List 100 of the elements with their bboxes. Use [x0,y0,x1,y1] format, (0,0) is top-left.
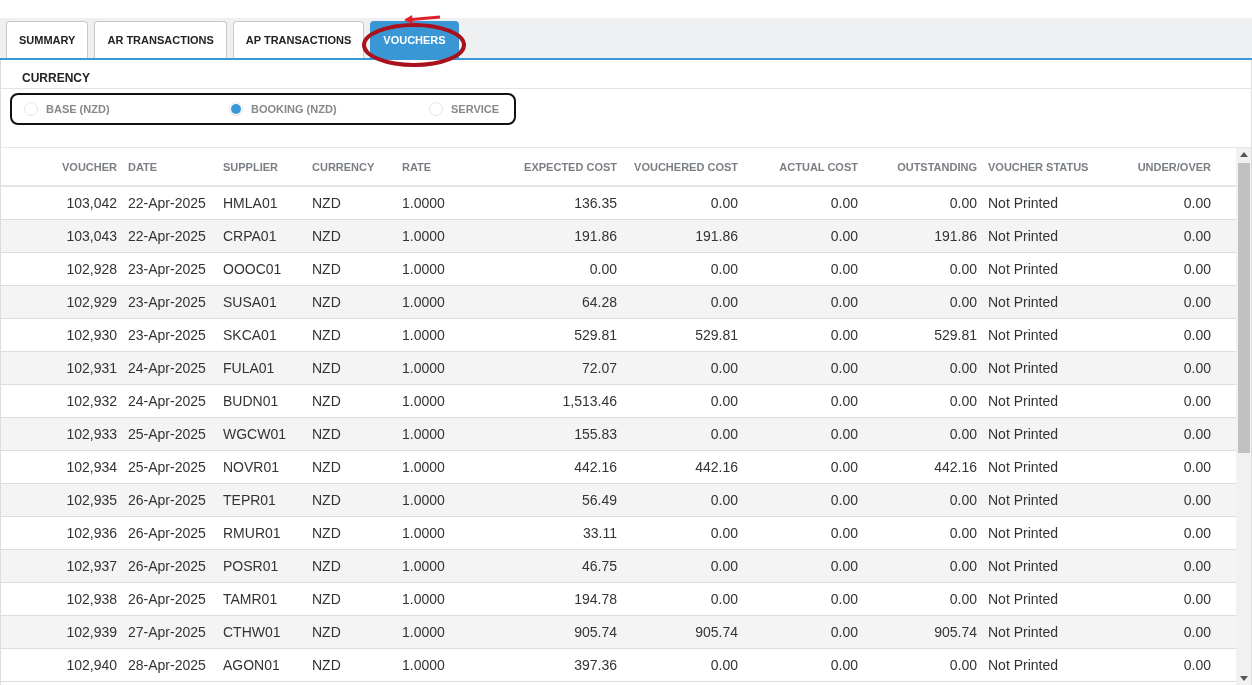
column-header[interactable]: DATE [121,160,216,173]
table-cell-text: Not Printed [987,492,1060,508]
table-cell-text: 1.0000 [401,195,446,211]
table-cell-text: NZD [311,591,342,607]
table-row[interactable]: 102,937 26-Apr-2025 POSR01 NZD 1.0000 46.75 0.00 0.00 0.00 Not Printed 0.00 [1,550,1236,583]
table-cell-text: CRPA01 [222,228,278,244]
table-cell-text: 905.74 [573,624,618,640]
table-cell-text: 0.00 [1182,294,1212,310]
table-row[interactable]: 102,933 25-Apr-2025 WGCW01 NZD 1.0000 155.83 0.00 0.00 0.00 Not Printed 0.00 [1,418,1236,451]
table-cell-text: 102,928 [65,261,118,277]
table-cell-text: 23-Apr-2025 [127,261,207,277]
table-cell-text: 27-Apr-2025 [127,624,207,640]
table-cell-text: 0.00 [1182,492,1212,508]
table-cell-text: Not Printed [987,261,1060,277]
table-cell-text: NZD [311,294,342,310]
table-cell-text: 397.36 [573,657,618,673]
table-cell-text: Not Printed [987,657,1060,673]
table-cell-text: 102,930 [65,327,118,343]
table-cell-text: 46.75 [580,558,618,574]
table-cell-text: 102,929 [65,294,118,310]
table-cell-text: Not Printed [987,360,1060,376]
table-cell-text: NZD [311,393,342,409]
table-cell-text: SKCA01 [222,327,278,343]
table-cell-text: 0.00 [829,294,859,310]
table-cell-text: POSR01 [222,558,280,574]
table-cell-text: 0.00 [1182,261,1212,277]
column-header[interactable]: VOUCHER [1,160,121,173]
table-cell-text: 1,513.46 [561,393,618,409]
table-row[interactable]: 102,931 24-Apr-2025 FULA01 NZD 1.0000 72.07 0.00 0.00 0.00 Not Printed 0.00 [1,352,1236,385]
table-cell-text: 0.00 [1182,459,1212,475]
table-cell-text: 102,936 [65,525,118,541]
table-cell-text: NZD [311,228,342,244]
table-cell-text: 22-Apr-2025 [127,195,207,211]
table-cell-text: Not Printed [987,393,1060,409]
table-cell-text: Not Printed [987,294,1060,310]
table-cell-text: AGON01 [222,657,281,673]
column-header[interactable]: VOUCHER STATUS [981,160,1101,173]
column-header[interactable]: UNDER/OVER [1101,160,1215,173]
table-cell-text: NZD [311,459,342,475]
table-cell-text: 155.83 [573,426,618,442]
table-cell-text: 64.28 [580,294,618,310]
tab[interactable]: AR TRANSACTIONS [94,21,227,58]
table-cell-text: 1.0000 [401,624,446,640]
table-cell-text: 103,043 [65,228,118,244]
table-cell-text: 0.00 [948,426,978,442]
table-cell-text: Not Printed [987,195,1060,211]
table-cell-text: NZD [311,261,342,277]
table-cell-text: Not Printed [987,525,1060,541]
table-cell-text: 442.16 [933,459,978,475]
table-cell-text: TEPR01 [222,492,277,508]
column-header[interactable]: ACTUAL COST [742,160,862,173]
table-cell-text: 0.00 [1182,591,1212,607]
table-cell-text: NZD [311,624,342,640]
column-header[interactable]: SUPPLIER [216,160,305,173]
table-cell-text: HMLA01 [222,195,279,211]
column-header[interactable]: OUTSTANDING [862,160,981,173]
table-cell-text: 905.74 [694,624,739,640]
table-row[interactable]: 103,043 22-Apr-2025 CRPA01 NZD 1.0000 191.86 191.86 0.00 191.86 Not Printed 0.00 [1,220,1236,253]
table-cell-text: 0.00 [948,195,978,211]
table-cell-text: 102,933 [65,426,118,442]
table-cell-text: 0.00 [588,261,618,277]
radio-label: BASE (NZD) [46,103,110,115]
column-header[interactable]: CURRENCY [305,160,395,173]
table-cell-text: 0.00 [948,492,978,508]
tab[interactable]: SUMMARY [6,21,89,58]
column-header[interactable]: VOUCHERED COST [621,160,742,173]
table-cell-text: 1.0000 [401,261,446,277]
table-row[interactable]: 102,929 23-Apr-2025 SUSA01 NZD 1.0000 64.28 0.00 0.00 0.00 Not Printed 0.00 [1,286,1236,319]
table-cell-text: 136.35 [573,195,618,211]
column-header[interactable]: RATE [395,160,471,173]
table-cell-text: 0.00 [948,261,978,277]
radio-label: BOOKING (NZD) [251,103,337,115]
table-cell-text: NZD [311,360,342,376]
table-row[interactable]: 102,935 26-Apr-2025 TEPR01 NZD 1.0000 56.49 0.00 0.00 0.00 Not Printed 0.00 [1,484,1236,517]
table-cell-text: 529.81 [933,327,978,343]
scroll-down-icon[interactable] [1239,676,1248,681]
radio-label: SERVICE [451,103,500,115]
scroll-thumb[interactable] [1237,163,1250,453]
table-row[interactable]: 102,939 27-Apr-2025 CTHW01 NZD 1.0000 905.74 905.74 0.00 905.74 Not Printed 0.00 [1,616,1236,649]
table-cell-text: 102,934 [65,459,118,475]
table-cell-text: NOVR01 [222,459,281,475]
table-cell-text: 0.00 [829,261,859,277]
radio-button[interactable] [229,102,243,116]
table-cell-text: 0.00 [829,228,859,244]
section-label: CURRENCY [1,60,1251,89]
table-cell-text: 0.00 [709,591,739,607]
tab[interactable]: AP TRANSACTIONS [232,21,365,58]
table-cell-text: 0.00 [829,459,859,475]
table-cell-text: Not Printed [987,624,1060,640]
table-cell-text: 0.00 [709,294,739,310]
column-header[interactable]: EXPECTED COST [471,160,621,173]
table-cell-text: 0.00 [948,591,978,607]
table-cell-text: 25-Apr-2025 [127,426,207,442]
table-cell-text: Not Printed [987,228,1060,244]
table-cell-text: NZD [311,426,342,442]
table-cell-text: 22-Apr-2025 [127,228,207,244]
table-cell-text: 194.78 [573,591,618,607]
table-cell-text: 0.00 [709,657,739,673]
scroll-up-icon[interactable] [1239,152,1248,157]
scrollbar[interactable] [1236,148,1251,685]
